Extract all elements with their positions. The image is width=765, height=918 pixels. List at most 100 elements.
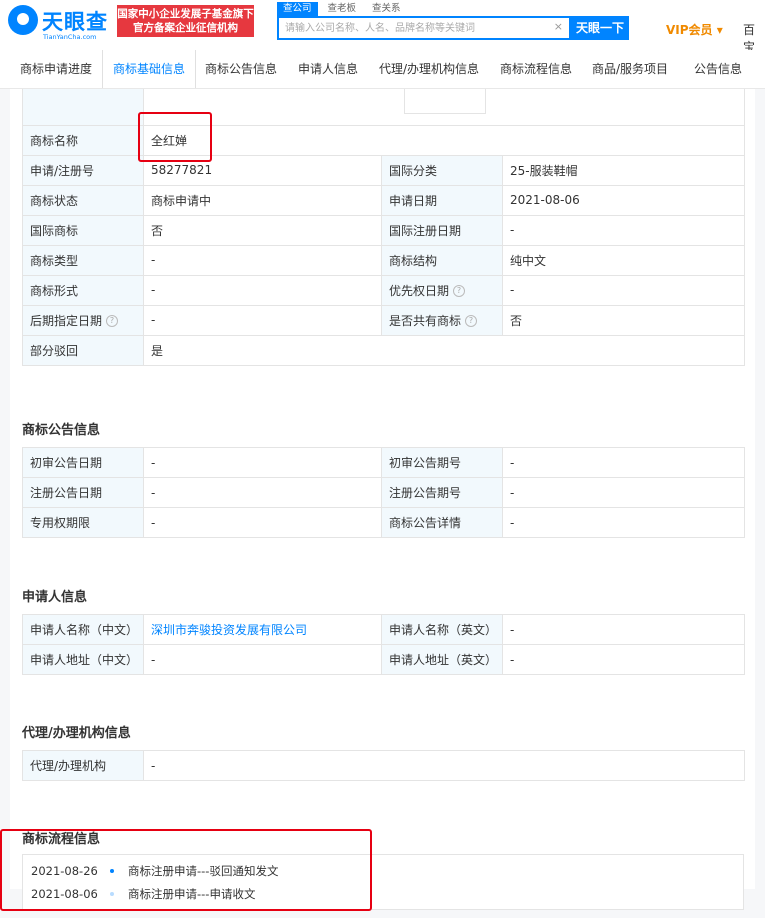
table-row: 商标类型 - 商标结构 纯中文 (22, 244, 745, 276)
field-label: 申请人地址（中文） (22, 644, 144, 675)
logo[interactable]: 天眼查 TianYanCha.com (8, 5, 112, 41)
field-label: 专用权期限 (22, 507, 144, 538)
applicant-company-link[interactable]: 深圳市奔骏投资发展有限公司 (151, 623, 307, 637)
banner-line-1: 国家中小企业发展子基金旗下 (117, 8, 254, 20)
field-value: 否 (502, 304, 745, 336)
field-label: 后期指定日期 (30, 313, 103, 328)
basic-info-table: 商标名称 全红婵 申请/注册号 58277821 国际分类 25-服装鞋帽 商标… (22, 89, 745, 366)
logo-icon (8, 5, 38, 35)
help-icon[interactable]: ? (106, 315, 119, 327)
tab-process-info[interactable]: 商标流程信息 (490, 50, 582, 88)
table-row: 注册公告日期 - 注册公告期号 - (22, 477, 745, 508)
tab-goods-services[interactable]: 商品/服务项目 (584, 50, 676, 88)
field-label: 申请人名称（中文） (22, 614, 144, 645)
table-row: 申请人名称（中文） 深圳市奔骏投资发展有限公司 申请人名称（英文） - (22, 614, 745, 645)
field-value: - (143, 507, 382, 538)
field-value: - (502, 644, 745, 675)
field-label: 优先权日期 (389, 283, 450, 298)
field-value: - (502, 614, 745, 645)
field-label: 申请/注册号 (22, 154, 144, 186)
field-label: 初审公告日期 (22, 447, 144, 478)
field-value: - (502, 274, 745, 306)
banner-line-2: 官方备案企业征信机构 (133, 22, 238, 34)
search-box: × (277, 16, 571, 40)
field-label: 申请人地址（英文） (381, 644, 503, 675)
search-tab-company[interactable]: 查公司 (277, 2, 318, 16)
tab-announcement-info[interactable]: 商标公告信息 (196, 50, 286, 88)
table-row: 初审公告日期 - 初审公告期号 - (22, 447, 745, 478)
table-row: 代理/办理机构 - (22, 750, 745, 781)
field-value: - (502, 214, 745, 246)
field-label: 是否共有商标 (389, 313, 462, 328)
table-row: 专用权期限 - 商标公告详情 - (22, 507, 745, 538)
field-label: 商标类型 (22, 244, 144, 276)
field-value: - (143, 274, 382, 306)
field-value: - (143, 244, 382, 276)
section-tabs: 商标申请进度 商标基础信息 商标公告信息 申请人信息 代理/办理机构信息 商标流… (0, 50, 765, 89)
field-value: - (502, 477, 745, 508)
highlight-box-process (0, 829, 372, 911)
site-header: 天眼查 TianYanCha.com 国家中小企业发展子基金旗下 官方备案企业征… (0, 0, 765, 54)
field-value: - (143, 304, 382, 336)
field-label: 国际分类 (381, 154, 503, 186)
table-row: 申请人地址（中文） - 申请人地址（英文） - (22, 644, 745, 675)
content-area: 商标名称 全红婵 申请/注册号 58277821 国际分类 25-服装鞋帽 商标… (0, 89, 765, 918)
trademark-name-value: 全红婵 (143, 124, 745, 156)
field-value: 是 (143, 334, 745, 366)
field-value: - (143, 477, 382, 508)
field-label: 商标名称 (22, 124, 144, 156)
credential-banner[interactable]: 国家中小企业发展子基金旗下 官方备案企业征信机构 (117, 5, 254, 37)
table-row: 商标形式 - 优先权日期? - (22, 274, 745, 306)
field-label: 商标状态 (22, 184, 144, 216)
field-label: 初审公告期号 (381, 447, 503, 478)
search-tab-relation[interactable]: 查关系 (366, 2, 407, 16)
field-label: 商标结构 (381, 244, 503, 276)
vip-member-link[interactable]: VIP会员 ▾ (666, 21, 723, 38)
table-row (22, 89, 745, 126)
field-label: 申请日期 (381, 184, 503, 216)
field-value: 商标申请中 (143, 184, 382, 216)
tab-notices[interactable]: 公告信息 (680, 50, 756, 88)
table-row: 后期指定日期? - 是否共有商标? 否 (22, 304, 745, 336)
field-label: 国际注册日期 (381, 214, 503, 246)
field-label: 注册公告日期 (22, 477, 144, 508)
table-row: 商标状态 商标申请中 申请日期 2021-08-06 (22, 184, 745, 216)
search-button[interactable]: 天眼一下 (571, 16, 629, 40)
field-label: 代理/办理机构 (22, 750, 144, 781)
section-title-announcement: 商标公告信息 (22, 423, 101, 438)
field-label: 商标形式 (22, 274, 144, 306)
field-value: 25-服装鞋帽 (502, 154, 745, 186)
logo-subtext: TianYanCha.com (43, 33, 97, 41)
field-value: - (143, 447, 382, 478)
search-mode-tabs: 查公司 查老板 查关系 (277, 2, 407, 16)
highlight-box-trademark-name (138, 112, 212, 162)
field-value: 2021-08-06 (502, 184, 745, 216)
table-row: 申请/注册号 58277821 国际分类 25-服装鞋帽 (22, 154, 745, 186)
help-icon[interactable]: ? (453, 285, 466, 297)
section-title-applicant: 申请人信息 (22, 590, 88, 605)
tab-applicant-info[interactable]: 申请人信息 (288, 50, 368, 88)
search-input[interactable] (285, 21, 545, 35)
field-value: - (143, 644, 382, 675)
field-value: 纯中文 (502, 244, 745, 276)
agent-table: 代理/办理机构 - (22, 750, 745, 781)
field-value: - (502, 447, 745, 478)
logo-text: 天眼查 (42, 10, 108, 34)
help-icon[interactable]: ? (465, 315, 478, 327)
field-label: 商标公告详情 (381, 507, 503, 538)
clear-icon[interactable]: × (554, 20, 563, 33)
applicant-table: 申请人名称（中文） 深圳市奔骏投资发展有限公司 申请人名称（英文） - 申请人地… (22, 614, 745, 675)
field-label: 注册公告期号 (381, 477, 503, 508)
field-value: - (502, 507, 745, 538)
field-label: 国际商标 (22, 214, 144, 246)
table-row: 部分驳回 是 (22, 334, 745, 366)
field-label: 部分驳回 (22, 334, 144, 366)
tab-agent-info[interactable]: 代理/办理机构信息 (372, 50, 486, 88)
tab-application-progress[interactable]: 商标申请进度 (10, 50, 102, 88)
field-value: 否 (143, 214, 382, 246)
section-title-agent: 代理/办理机构信息 (22, 726, 131, 741)
search-tab-boss[interactable]: 查老板 (322, 2, 363, 16)
tab-basic-info[interactable]: 商标基础信息 (102, 50, 196, 88)
announcement-table: 初审公告日期 - 初审公告期号 - 注册公告日期 - 注册公告期号 - 专用权期… (22, 447, 745, 538)
table-row: 国际商标 否 国际注册日期 - (22, 214, 745, 246)
